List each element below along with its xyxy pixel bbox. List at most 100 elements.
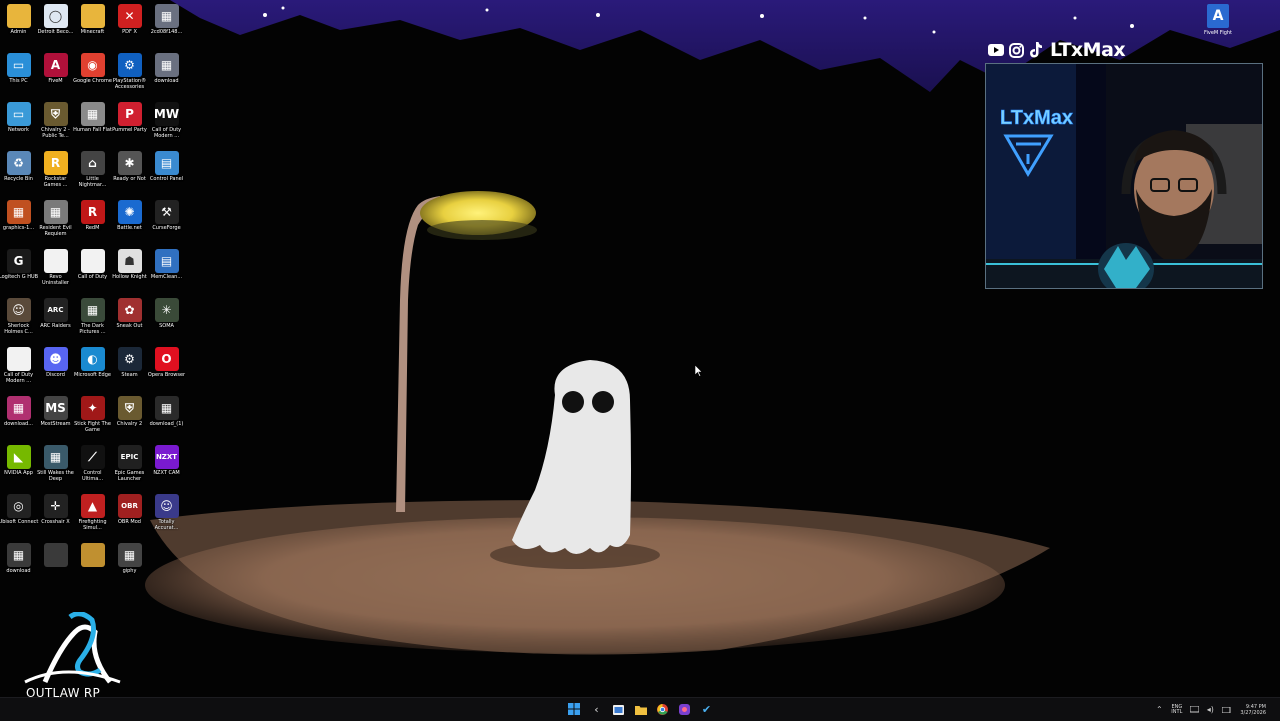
desktop-icon[interactable]: ▤ MemClean...	[148, 249, 185, 297]
language-indicator[interactable]: ENG INTL	[1171, 704, 1182, 715]
moststream-icon: MS	[43, 396, 68, 420]
desktop-icon[interactable]: MS MostStream	[37, 396, 74, 444]
desktop-icon[interactable]: ARC ARC Raiders	[37, 298, 74, 346]
desktop-icon-label: Recycle Bin	[4, 176, 33, 182]
chevron-up-icon[interactable]: ⌃	[1154, 705, 1164, 715]
desktop-icon[interactable]	[74, 543, 111, 591]
desktop-icon[interactable]: ⌂ Little Nightmar...	[74, 151, 111, 199]
desktop-icon[interactable]: ▦ 2cd08f148...	[148, 4, 185, 52]
desktop-icon[interactable]: ◣ NVIDIA App	[0, 445, 37, 493]
desktop-icon[interactable]: ▦ download	[0, 543, 37, 591]
folder-icon	[80, 4, 105, 28]
human-fall-flat-icon: ▦	[80, 102, 105, 126]
desktop-icon[interactable]: MW Call of Duty Modern ...	[148, 102, 185, 150]
desktop-icon[interactable]: ☺ Sherlock Holmes C...	[0, 298, 37, 346]
volume-icon[interactable]: ◂)	[1205, 705, 1215, 715]
desktop-icon[interactable]: ▦ Resident Evil Requiem	[37, 200, 74, 248]
streamer-handle: LTxMax	[1050, 39, 1126, 61]
desktop-icon[interactable]: ▦ Still Wakes the Deep	[37, 445, 74, 493]
desktop[interactable]: Admin ◯ Detroit Beco... Minecraft ✕ PDF X ▦ 2cd…	[0, 0, 1280, 720]
chivalry-icon: ⛨	[43, 102, 68, 126]
desktop-icon[interactable]: ▤ Control Panel	[148, 151, 185, 199]
desktop-icon[interactable]: ⚙ Steam	[111, 347, 148, 395]
desktop-icon[interactable]: ▲ Firefighting Simul...	[74, 494, 111, 542]
desktop-icon[interactable]: ▦ Human Fall Flat	[73, 102, 112, 150]
curseforge-icon: ⚒	[154, 200, 179, 224]
desktop-icon-label: Logitech G HUB	[0, 274, 39, 280]
desktop-icon[interactable]: ✿ Sneak Out	[111, 298, 148, 346]
desktop-icon[interactable]: ◉ Google Chrome	[73, 53, 112, 101]
desktop-icon[interactable]: ▭ This PC	[0, 53, 37, 101]
desktop-icon[interactable]: ☺ Totally Accurat...	[148, 494, 185, 542]
desktop-icon[interactable]: ✺ Battle.net	[111, 200, 148, 248]
desktop-icon[interactable]: ☗ Hollow Knight	[111, 249, 148, 297]
desktop-icon-label: SOMA	[159, 323, 174, 329]
taskbar-app-3[interactable]	[677, 702, 692, 717]
desktop-icon[interactable]: EPIC Epic Games Launcher	[111, 445, 148, 493]
taskbar-app-2[interactable]	[633, 702, 648, 717]
desktop-icon[interactable]: ♻ Recycle Bin	[0, 151, 37, 199]
desktop-icon[interactable]: ⚒ CurseForge	[148, 200, 185, 248]
desktop-icon-label: graphics-1...	[2, 225, 35, 231]
desktop-icon[interactable]: Minecraft	[74, 4, 111, 52]
desktop-icon-label: ARC Raiders	[40, 323, 71, 329]
desktop-icon-label: Chivalry 2 - Public Te...	[41, 127, 70, 139]
image-file-icon: ▦	[154, 53, 179, 77]
ghost-left-eye	[562, 391, 584, 413]
desktop-icon[interactable]: O Opera Browser	[148, 347, 185, 395]
desktop-icon[interactable]: Call of Duty Modern ...	[0, 347, 37, 395]
desktop-icon[interactable]: OBR OBR Mod	[111, 494, 148, 542]
little-nightmares-icon: ⌂	[80, 151, 105, 175]
desktop-icon[interactable]: ⟋ Control Ultima...	[74, 445, 111, 493]
desktop-icon[interactable]: ▭ Network	[0, 102, 37, 150]
neon-sign-text: LTxMax	[1000, 107, 1073, 129]
desktop-icon[interactable]: ⛨ Chivalry 2	[111, 396, 148, 444]
start-button[interactable]	[566, 702, 581, 717]
file-icon	[6, 347, 31, 371]
desktop-icon[interactable]: ✛ Crosshair X	[37, 494, 74, 542]
taskbar-app-4[interactable]: ✔	[699, 702, 714, 717]
desktop-icon[interactable]: G Logitech G HUB	[0, 249, 39, 297]
network-icon[interactable]	[1189, 705, 1199, 715]
desktop-icon[interactable]	[37, 543, 74, 591]
desktop-icon[interactable]: ✳ SOMA	[148, 298, 185, 346]
chrome-icon	[657, 700, 668, 719]
desktop-icon[interactable]: ▦ giphy	[111, 543, 148, 591]
desktop-icon[interactable]: ▦ download	[148, 53, 185, 101]
clock[interactable]: 9:47 PM 3/27/2026	[1240, 704, 1266, 716]
desktop-icon[interactable]: ▦ graphics-1...	[0, 200, 37, 248]
desktop-icon-fivem-fight[interactable]: A FiveM Fight	[1203, 4, 1233, 38]
desktop-icon[interactable]: ⚙ PlayStation® Accessories	[111, 53, 148, 101]
desktop-icon[interactable]: ✦ Stick Fight The Game	[74, 396, 111, 444]
desktop-icon-label: Stick Fight The Game	[74, 421, 111, 433]
desktop-icon[interactable]: R Rockstar Games ...	[37, 151, 74, 199]
desktop-icon[interactable]: A FiveM	[37, 53, 74, 101]
desktop-icon[interactable]: ◯ Detroit Beco...	[37, 4, 74, 52]
folder-icon	[6, 4, 31, 28]
file-explorer-icon	[613, 700, 624, 719]
desktop-icon[interactable]: ◎ Ubisoft Connect	[0, 494, 38, 542]
desktop-icon[interactable]: ▦ download_(1)	[148, 396, 185, 444]
desktop-icon[interactable]: ☻ Discord	[37, 347, 74, 395]
battery-icon[interactable]	[1221, 705, 1231, 715]
pummel-party-icon: P	[117, 102, 142, 126]
crosshair-icon: ✛	[43, 494, 68, 518]
desktop-icon[interactable]: Call of Duty	[74, 249, 111, 297]
desktop-icon[interactable]: ▦ download...	[0, 396, 37, 444]
desktop-icon[interactable]: ✕ PDF X	[111, 4, 148, 52]
desktop-icon[interactable]: R RedM	[74, 200, 111, 248]
desktop-icon[interactable]: Revo Uninstaller	[37, 249, 74, 297]
taskbar-app-1[interactable]	[611, 702, 626, 717]
back-button[interactable]: ‹	[589, 702, 604, 717]
desktop-icon[interactable]: Admin	[0, 4, 37, 52]
desktop-icon[interactable]: NZXT NZXT CAM	[148, 445, 185, 493]
taskbar-chrome[interactable]	[655, 702, 670, 717]
desktop-icon[interactable]: ◐ Microsoft Edge	[74, 347, 111, 395]
desktop-icon[interactable]: ✱ Ready or Not	[111, 151, 148, 199]
desktop-icon[interactable]: P Pummel Party	[111, 102, 148, 150]
desktop-icon-label: This PC	[9, 78, 28, 84]
desktop-icon[interactable]: ▦ The Dark Pictures ...	[74, 298, 111, 346]
desktop-icon[interactable]: ⛨ Chivalry 2 - Public Te...	[37, 102, 74, 150]
desktop-icon-label: giphy	[122, 568, 137, 574]
epic-games-icon: EPIC	[117, 445, 142, 469]
